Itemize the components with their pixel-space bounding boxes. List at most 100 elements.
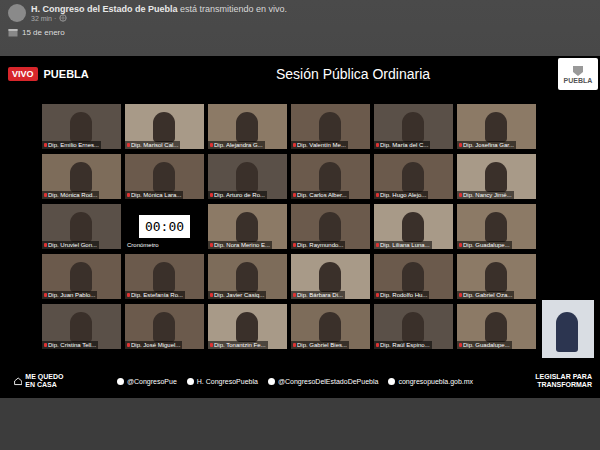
participant-tile[interactable]: Dip. Arturo de Ro... <box>208 154 287 199</box>
participant-name: Dip. Marisol Cal... <box>125 141 180 149</box>
participant-name: Dip. Raúl Espino... <box>374 341 432 349</box>
mic-icon <box>44 193 47 197</box>
participant-tile[interactable]: Dip. Nora Merino E... <box>208 204 287 249</box>
participant-tile[interactable]: Dip. Javier Casiq... <box>208 254 287 299</box>
mic-icon <box>459 293 462 297</box>
participant-tile[interactable]: Dip. Juan Pablo... <box>42 254 121 299</box>
mic-icon <box>376 343 379 347</box>
participant-tile[interactable]: Dip. Emilio Ernes... <box>42 104 121 149</box>
stream-footer: ME QUEDO EN CASA @CongresoPue H. Congres… <box>0 364 600 398</box>
participant-tile[interactable]: Dip. Bárbara Di... <box>291 254 370 299</box>
participant-name: Dip. Josefina Gar... <box>457 141 516 149</box>
participant-name: Dip. Nora Merino E... <box>208 241 272 249</box>
person-silhouette-icon <box>236 212 258 242</box>
post-body <box>0 398 600 450</box>
participant-tile[interactable]: Dip. Gabriel Oza... <box>457 254 536 299</box>
person-silhouette-icon <box>153 262 175 292</box>
participant-tile[interactable]: Dip. Guadalupe... <box>457 304 536 349</box>
participant-tile[interactable]: Dip. Raymundo... <box>291 204 370 249</box>
mic-icon <box>44 343 47 347</box>
calendar-icon <box>8 28 18 37</box>
mic-icon <box>210 243 213 247</box>
mic-icon <box>210 193 213 197</box>
participant-tile[interactable]: Dip. Mónica Lara... <box>125 154 204 199</box>
participant-tile[interactable]: Dip. Estefanía Ro... <box>125 254 204 299</box>
web-icon <box>388 378 395 385</box>
participant-tile[interactable]: Dip. Uruviel Gon... <box>42 204 121 249</box>
participant-tile[interactable]: Dip. Raúl Espino... <box>374 304 453 349</box>
participant-tile[interactable]: Dip. Valentín Me... <box>291 104 370 149</box>
participant-name: Dip. Estefanía Ro... <box>125 291 185 299</box>
participant-name: Dip. Juan Pablo... <box>42 291 97 299</box>
person-silhouette-icon <box>236 162 258 192</box>
participant-tile[interactable]: Dip. José Miguel... <box>125 304 204 349</box>
participant-tile[interactable]: Dip. Gabriel Bies... <box>291 304 370 349</box>
mic-icon <box>127 343 130 347</box>
screen: H. Congreso del Estado de Puebla está tr… <box>0 0 600 450</box>
person-silhouette-icon <box>236 112 258 142</box>
participant-tile[interactable]: Dip. Marisol Cal... <box>125 104 204 149</box>
participant-name: Dip. Valentín Me... <box>291 141 348 149</box>
twitter-icon <box>117 378 124 385</box>
globe-icon <box>59 14 67 22</box>
person-silhouette-icon <box>319 112 341 142</box>
slogan: LEGISLAR PARA TRANSFORMAR <box>522 373 592 388</box>
person-silhouette-icon <box>319 312 341 342</box>
timer-tile: 00:00 Cronómetro <box>125 204 204 249</box>
person-silhouette-icon <box>402 262 424 292</box>
person-silhouette-icon <box>236 262 258 292</box>
participant-tile[interactable]: Dip. Nancy Jimé... <box>457 154 536 199</box>
mic-icon <box>376 293 379 297</box>
person-silhouette-icon <box>319 262 341 292</box>
participant-name: Dip. Rodolfo Hu... <box>374 291 429 299</box>
person-silhouette-icon <box>556 312 578 352</box>
participant-name: Dip. Nancy Jimé... <box>457 191 514 199</box>
facebook-icon <box>187 378 194 385</box>
participant-tile[interactable]: Dip. Liliana Luna... <box>374 204 453 249</box>
participant-tile[interactable]: Dip. Rodolfo Hu... <box>374 254 453 299</box>
participant-name: Dip. Bárbara Di... <box>291 291 345 299</box>
video-frame: VIVO PUEBLA Sesión Pública Ordinaria PUE… <box>0 56 600 398</box>
mic-icon <box>459 143 462 147</box>
post-header: H. Congreso del Estado de Puebla está tr… <box>0 0 600 56</box>
participant-name: Dip. Guadalupe... <box>457 341 512 349</box>
participant-name: Dip. Hugo Alejo... <box>374 191 428 199</box>
post-time[interactable]: 32 min · <box>31 15 56 22</box>
social-link[interactable]: @CongresoDelEstadoDePuebla <box>268 378 379 385</box>
participant-name: Dip. Javier Casiq... <box>208 291 266 299</box>
social-link[interactable]: congresopuebla.gob.mx <box>388 378 473 385</box>
person-silhouette-icon <box>485 112 507 142</box>
person-silhouette-icon <box>153 112 175 142</box>
person-silhouette-icon <box>485 262 507 292</box>
participant-tile[interactable]: Dip. Cristina Tell... <box>42 304 121 349</box>
mic-icon <box>376 143 379 147</box>
person-silhouette-icon <box>402 312 424 342</box>
social-link[interactable]: @CongresoPue <box>117 378 177 385</box>
participant-tile[interactable]: Dip. Alejandra G... <box>208 104 287 149</box>
mic-icon <box>44 293 47 297</box>
participant-tile[interactable]: Dip. Josefina Gar... <box>457 104 536 149</box>
participant-tile[interactable]: Dip. Tonantzin Fe... <box>208 304 287 349</box>
page-avatar-icon[interactable] <box>8 4 26 22</box>
participant-tile[interactable]: Dip. Mónica Rod... <box>42 154 121 199</box>
participant-tile[interactable]: Dip. Hugo Alejo... <box>374 154 453 199</box>
mic-icon <box>127 293 130 297</box>
participant-tile[interactable]: Dip. Carlos Alber... <box>291 154 370 199</box>
participant-grid: Dip. Emilio Ernes... Dip. Marisol Cal...… <box>42 104 536 360</box>
mic-icon <box>44 243 47 247</box>
mic-icon <box>293 193 296 197</box>
participant-tile[interactable]: Dip. Guadalupe... <box>457 204 536 249</box>
person-silhouette-icon <box>70 312 92 342</box>
page-name[interactable]: H. Congreso del Estado de Puebla <box>31 4 178 14</box>
interpreter-video <box>542 300 594 358</box>
mic-icon <box>459 193 462 197</box>
mic-icon <box>293 143 296 147</box>
person-silhouette-icon <box>319 162 341 192</box>
participant-name: Dip. Cristina Tell... <box>42 341 98 349</box>
stream-topbar: VIVO PUEBLA Sesión Pública Ordinaria PUE… <box>0 56 600 92</box>
participant-name: Dip. Raymundo... <box>291 241 345 249</box>
social-link[interactable]: H. CongresoPuebla <box>187 378 258 385</box>
participant-tile[interactable]: Dip. María del C... <box>374 104 453 149</box>
mic-icon <box>293 293 296 297</box>
timer-display: 00:00 <box>139 215 190 238</box>
